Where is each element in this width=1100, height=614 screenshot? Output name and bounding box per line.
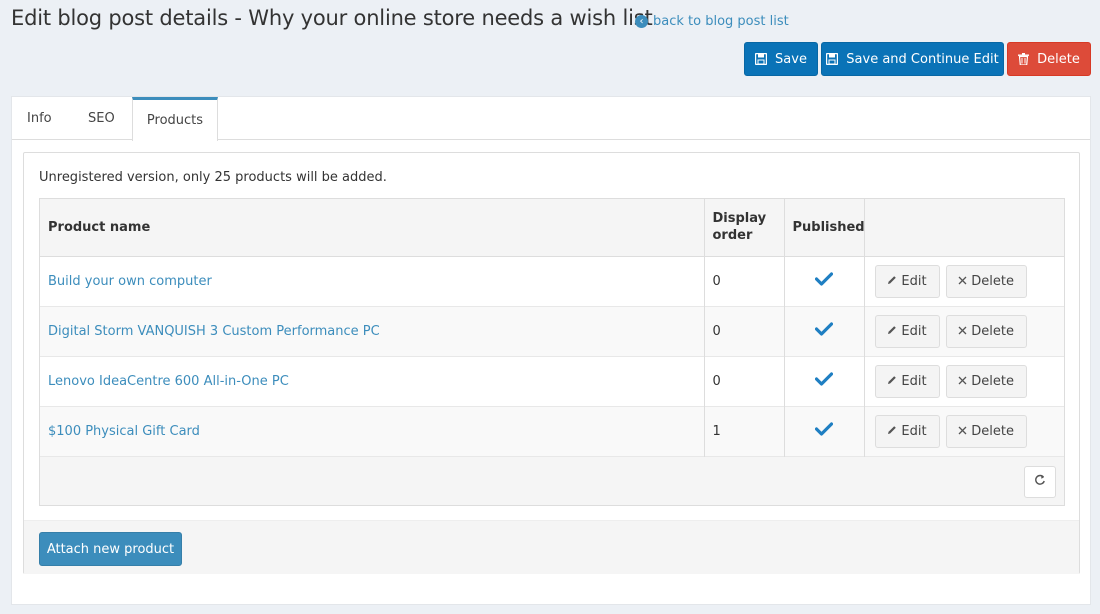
products-panel: Unregistered version, only 25 products w…	[23, 152, 1080, 574]
tab-seo[interactable]: SEO	[88, 97, 115, 140]
trash-icon	[1018, 53, 1030, 65]
check-icon	[814, 422, 834, 440]
tab-products[interactable]: Products	[132, 97, 218, 141]
row-actions-cell: Edit Delete	[864, 356, 1064, 406]
save-button-label: Save	[775, 51, 807, 67]
display-order-cell: 0	[704, 256, 785, 306]
panel-footer: Attach new product	[24, 520, 1079, 574]
table-row: Lenovo IdeaCentre 600 All-in-One PC 0 Edit…	[40, 356, 1064, 406]
published-cell	[784, 356, 865, 406]
edit-button[interactable]: Edit	[874, 414, 940, 448]
edit-button-label: Edit	[901, 323, 927, 339]
table-header-row: Product name Display order Published	[40, 199, 1064, 256]
tab-info[interactable]: Info	[27, 97, 52, 140]
display-order-cell: 0	[704, 356, 785, 406]
tab-info-label: Info	[27, 111, 52, 126]
times-icon	[958, 374, 967, 389]
check-icon	[814, 322, 834, 340]
table-row: Build your own computer 0 Edit Delete	[40, 256, 1064, 306]
row-actions-cell: Edit Delete	[864, 256, 1064, 306]
row-delete-button[interactable]: Delete	[945, 414, 1027, 448]
tab-products-label: Products	[146, 113, 204, 128]
back-link-label: back to blog post list	[653, 14, 789, 29]
row-actions-cell: Edit Delete	[864, 406, 1064, 456]
product-name-link[interactable]: Build your own computer	[40, 256, 705, 306]
display-order-cell: 1	[704, 406, 785, 456]
column-header-actions	[864, 199, 1064, 256]
check-icon	[814, 372, 834, 390]
row-delete-button[interactable]: Delete	[945, 364, 1027, 398]
table-row: $100 Physical Gift Card 1 Edit Delete	[40, 406, 1064, 456]
floppy-disk-icon	[755, 53, 768, 65]
products-table: Product name Display order Published Bui…	[40, 199, 1064, 457]
column-header-display-order[interactable]: Display order	[704, 199, 785, 256]
published-cell	[784, 306, 865, 356]
save-continue-button[interactable]: Save and Continue Edit	[821, 42, 1004, 76]
display-order-cell: 0	[704, 306, 785, 356]
published-cell	[784, 406, 865, 456]
pencil-icon	[887, 324, 897, 339]
column-header-published[interactable]: Published	[784, 199, 865, 256]
save-button[interactable]: Save	[744, 42, 818, 76]
times-icon	[958, 324, 967, 339]
tab-strip: Info SEO Products	[12, 97, 1090, 141]
times-icon	[958, 274, 967, 289]
pencil-icon	[887, 274, 897, 289]
row-delete-button[interactable]: Delete	[945, 264, 1027, 298]
row-delete-button[interactable]: Delete	[945, 314, 1027, 348]
product-name-link[interactable]: Lenovo IdeaCentre 600 All-in-One PC	[40, 356, 705, 406]
row-delete-button-label: Delete	[971, 423, 1014, 439]
back-to-list-link[interactable]: ‹ back to blog post list	[635, 14, 789, 29]
edit-button[interactable]: Edit	[874, 264, 940, 298]
floppy-disk-icon	[826, 53, 839, 65]
edit-button-label: Edit	[901, 373, 927, 389]
edit-button-label: Edit	[901, 423, 927, 439]
pencil-icon	[887, 424, 897, 439]
pencil-icon	[887, 374, 897, 389]
edit-button-label: Edit	[901, 273, 927, 289]
edit-button[interactable]: Edit	[874, 314, 940, 348]
row-actions-cell: Edit Delete	[864, 306, 1064, 356]
column-header-product-name[interactable]: Product name	[40, 199, 705, 256]
save-continue-button-label: Save and Continue Edit	[846, 51, 999, 67]
times-icon	[958, 424, 967, 439]
unregistered-notice: Unregistered version, only 25 products w…	[39, 170, 387, 185]
product-name-link[interactable]: Digital Storm VANQUISH 3 Custom Performa…	[40, 306, 705, 356]
delete-button[interactable]: Delete	[1007, 42, 1091, 76]
edit-button[interactable]: Edit	[874, 364, 940, 398]
tabs-container: Info SEO Products Unregistered version, …	[11, 96, 1091, 605]
row-delete-button-label: Delete	[971, 273, 1014, 289]
refresh-icon	[1034, 474, 1046, 490]
page-title: Edit blog post details - Why your online…	[11, 6, 653, 30]
product-name-link[interactable]: $100 Physical Gift Card	[40, 406, 705, 456]
table-row: Digital Storm VANQUISH 3 Custom Performa…	[40, 306, 1064, 356]
delete-button-label: Delete	[1037, 51, 1080, 67]
row-delete-button-label: Delete	[971, 323, 1014, 339]
products-grid: Product name Display order Published Bui…	[39, 198, 1065, 506]
refresh-button[interactable]	[1024, 466, 1056, 498]
tab-seo-label: SEO	[88, 111, 115, 126]
check-icon	[814, 272, 834, 290]
row-delete-button-label: Delete	[971, 373, 1014, 389]
arrow-circle-left-icon: ‹	[635, 15, 648, 28]
published-cell	[784, 256, 865, 306]
attach-new-product-button[interactable]: Attach new product	[39, 532, 182, 566]
